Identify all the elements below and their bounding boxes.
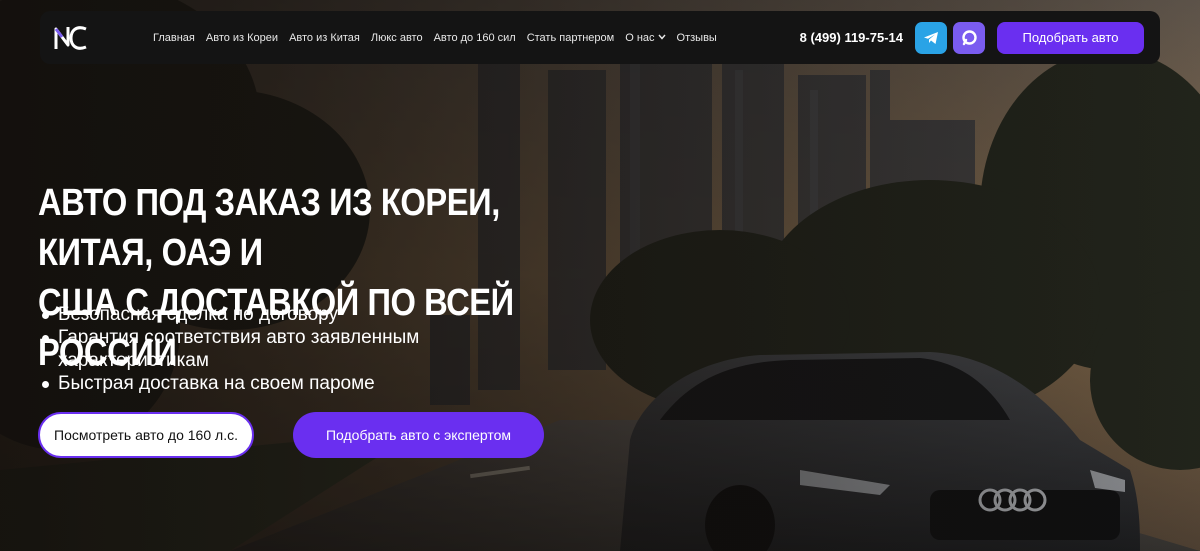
nav-link-luxury[interactable]: Люкс авто bbox=[371, 32, 423, 44]
view-160hp-cars-button[interactable]: Посмотреть авто до 160 л.с. bbox=[38, 412, 254, 458]
top-navbar: Главная Авто из Кореи Авто из Китая Люкс… bbox=[40, 11, 1160, 64]
benefit-item: Безопасная сделка по договору bbox=[38, 303, 478, 326]
nav-link-about[interactable]: О нас bbox=[625, 31, 666, 44]
hero-benefits-list: Безопасная сделка по договору Гарантия с… bbox=[38, 303, 478, 395]
benefit-item: Быстрая доставка на своем пароме bbox=[38, 372, 478, 395]
nav-link-korea[interactable]: Авто из Кореи bbox=[206, 32, 278, 44]
nav-link-about-label: О нас bbox=[625, 31, 655, 44]
nc-logo-icon[interactable] bbox=[54, 23, 90, 53]
main-nav: Главная Авто из Кореи Авто из Китая Люкс… bbox=[153, 32, 728, 44]
nav-link-160hp[interactable]: Авто до 160 сил bbox=[434, 32, 516, 44]
nav-link-partner[interactable]: Стать партнером bbox=[527, 32, 615, 44]
pick-with-expert-button[interactable]: Подобрать авто с экспертом bbox=[293, 412, 544, 458]
max-messenger-icon[interactable] bbox=[953, 21, 985, 54]
hero-section: Главная Авто из Кореи Авто из Китая Люкс… bbox=[0, 0, 1200, 551]
hero-title-line1: Авто под заказ из Кореи, Китая, ОАЭ и bbox=[38, 182, 500, 274]
telegram-icon[interactable] bbox=[915, 21, 947, 54]
pick-car-button[interactable]: Подобрать авто bbox=[997, 21, 1144, 54]
phone-link[interactable]: 8 (499) 119-75-14 bbox=[800, 30, 903, 45]
nav-link-reviews[interactable]: Отзывы bbox=[677, 32, 717, 44]
nav-link-china[interactable]: Авто из Китая bbox=[289, 32, 360, 44]
nav-link-home[interactable]: Главная bbox=[153, 32, 195, 44]
chevron-down-icon bbox=[658, 33, 666, 42]
benefit-item: Гарантия соответствия авто заявленным ха… bbox=[38, 326, 478, 372]
